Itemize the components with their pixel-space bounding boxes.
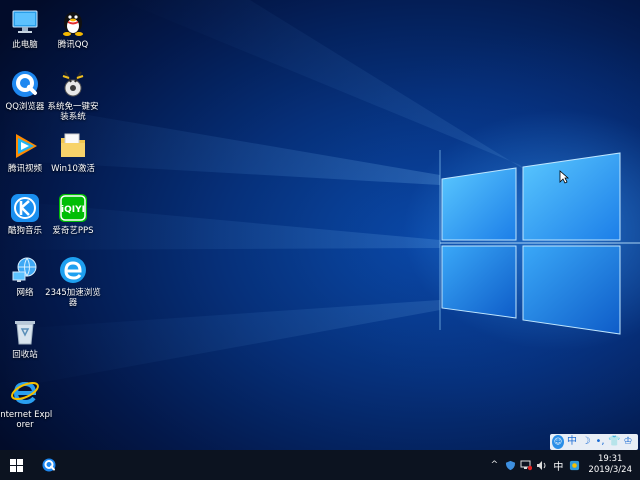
ime-punctuation-icon[interactable]: •,	[594, 435, 606, 449]
tray-volume-icon[interactable]	[536, 459, 548, 471]
ime-logo-icon[interactable]: ☺	[552, 435, 564, 449]
tray-app-icon[interactable]	[568, 459, 580, 471]
clock-date: 2019/3/24	[588, 465, 632, 475]
desktop-icon-recycle-bin[interactable]: 回收站	[0, 314, 54, 374]
taskbar-clock[interactable]: 19:31 2019/3/24	[588, 454, 632, 476]
mouse-cursor-icon	[559, 170, 569, 184]
desktop-icon-label: Internet Explorer	[0, 410, 53, 430]
2345-browser-icon	[60, 257, 86, 283]
qq-browser-icon	[42, 458, 56, 472]
taskbar-qq-browser-button[interactable]	[32, 450, 66, 480]
ime-halfwidth-moon-icon[interactable]: ☽	[580, 435, 592, 449]
desktop-icon-label: 系统免一键安装系统	[47, 102, 99, 122]
iqiyi-icon: iQIYI	[59, 194, 87, 222]
tray-network-icon[interactable]	[520, 459, 533, 471]
tencent-video-icon	[16, 134, 37, 158]
ime-mode-toggle[interactable]: 中	[566, 435, 578, 449]
desktop-icon-label: 腾讯QQ	[57, 40, 89, 50]
internet-explorer-icon	[11, 381, 39, 405]
taskbar: ^ 中 19:31 2019/3/24	[0, 450, 640, 480]
desktop-icon-iqiyi-pps[interactable]: iQIYI 爱奇艺PPS	[44, 190, 102, 250]
recycle-bin-icon	[15, 321, 35, 345]
svg-text:iQIYI: iQIYI	[61, 205, 85, 215]
desktop-icon-internet-explorer[interactable]: Internet Explorer	[0, 374, 54, 434]
desktop-icon-label: Win10激活	[51, 164, 95, 174]
start-button[interactable]	[0, 450, 32, 480]
desktop-icon-label: 回收站	[12, 350, 38, 360]
folder-icon	[61, 133, 85, 157]
computer-icon	[12, 10, 38, 33]
system-tray: ^ 中 19:31 2019/3/24	[488, 450, 632, 480]
ime-toolbar[interactable]: ☺ 中 ☽ •, 👕 ♔	[550, 434, 638, 450]
desktop-icon-tencent-qq[interactable]: 腾讯QQ	[44, 4, 102, 64]
ime-shirt-icon[interactable]: 👕	[608, 435, 620, 449]
desktop-icon-label: 2345加速浏览器	[45, 288, 101, 308]
desktop-icon-2345-browser[interactable]: 2345加速浏览器	[44, 252, 102, 312]
system-install-icon	[62, 71, 84, 97]
tray-overflow-chevron-icon[interactable]: ^	[488, 459, 500, 471]
ime-skin-icon[interactable]: ♔	[622, 435, 634, 449]
kugou-icon	[11, 194, 39, 222]
desktop-icon-system-install[interactable]: 系统免一键安装系统	[44, 66, 102, 126]
desktop-icon-win10-activate[interactable]: Win10激活	[44, 128, 102, 188]
tray-shield-icon[interactable]	[504, 459, 516, 471]
windows-logo-icon	[9, 458, 23, 472]
clock-time: 19:31	[597, 454, 623, 464]
qq-penguin-icon	[63, 12, 83, 36]
network-globe-icon	[12, 257, 37, 282]
tray-ime-indicator[interactable]: 中	[552, 458, 564, 473]
desktop-icon-label: 爱奇艺PPS	[52, 226, 94, 236]
qq-browser-icon	[12, 71, 38, 97]
desktop[interactable]: 此电脑 腾讯QQ QQ浏览器 系统免一键安装系统 腾讯视频 Win10激活 酷狗…	[0, 0, 640, 450]
